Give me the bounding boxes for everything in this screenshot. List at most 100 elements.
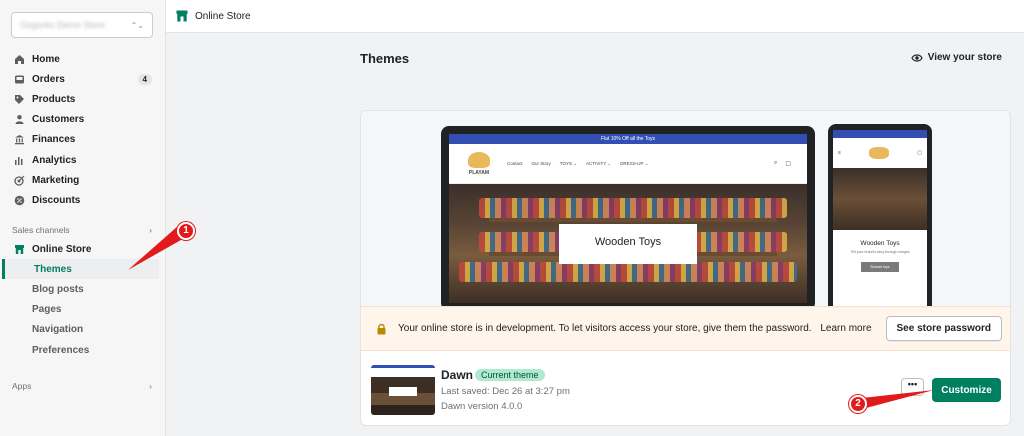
apps-header[interactable]: Apps ›	[12, 381, 152, 391]
site-nav-item: Our Story	[531, 160, 551, 166]
sidebar-item-label: Online Store	[32, 243, 92, 255]
sidebar-item-home[interactable]: Home	[0, 49, 166, 69]
sidebar-item-label: Orders	[32, 73, 65, 85]
rocking-horse-logo	[869, 147, 890, 159]
sidebar-item-label: Customers	[32, 114, 85, 126]
sidebar-item-label: Analytics	[32, 154, 77, 166]
mobile-hero-title: Wooden Toys	[860, 240, 900, 247]
sidebar-item-online-store[interactable]: Online Store	[0, 239, 166, 259]
site-nav-item: Contact	[507, 160, 523, 166]
sidebar-item-preferences[interactable]: Preferences	[0, 340, 166, 360]
top-bar: Online Store	[166, 0, 1024, 33]
sidebar-item-blog-posts[interactable]: Blog posts	[0, 279, 166, 299]
tag-icon	[14, 94, 25, 105]
orders-icon	[14, 74, 25, 85]
desktop-preview: Flat 10% Off all the Toys PLAYAM Contact…	[441, 126, 815, 307]
sidebar-item-pages[interactable]: Pages	[0, 300, 166, 320]
mobile-preview: ≡ ▢ Wooden Toys Tell your brand's story …	[828, 124, 932, 307]
sidebar-item-label: Products	[32, 93, 76, 105]
site-header: PLAYAM Contact Our Story TOYS ⌄ ACTIVITY…	[449, 144, 807, 184]
mobile-screen: ≡ ▢ Wooden Toys Tell your brand's story …	[833, 130, 927, 307]
promo-bar: Flat 10% Off all the Toys	[449, 134, 807, 144]
sidebar-item-label: Marketing	[32, 174, 80, 186]
sidebar-item-products[interactable]: Products	[0, 89, 166, 109]
site-icons: ⌕ ▢	[774, 160, 791, 167]
toy-shelf-row	[459, 262, 797, 282]
current-theme-badge: Current theme	[475, 369, 545, 381]
apps-label: Apps	[12, 381, 32, 391]
view-store-link[interactable]: View your store	[911, 52, 1002, 63]
site-logo: PLAYAM	[465, 151, 493, 176]
theme-card: Flat 10% Off all the Toys PLAYAM Contact…	[360, 110, 1011, 426]
eye-icon	[911, 53, 923, 62]
cart-icon: ▢	[917, 150, 922, 156]
site-nav-item: TOYS ⌄	[559, 160, 577, 166]
sidebar-item-label: Home	[32, 53, 60, 65]
orders-count-badge: 4	[137, 73, 152, 85]
annotation-marker-1: 1	[177, 222, 195, 240]
current-theme-row: Dawn Current theme Last saved: Dec 26 at…	[361, 351, 1010, 425]
toy-shelf-row	[479, 198, 787, 218]
person-icon	[14, 114, 25, 125]
site-nav-item: ACTIVITY ⌄	[585, 160, 612, 166]
promo-bar	[833, 130, 927, 138]
home-icon	[14, 54, 25, 65]
more-actions-button[interactable]: •••	[901, 378, 924, 396]
menu-icon: ≡	[838, 150, 841, 156]
sidebar: Gogorko Demo Store ⌃⌄ Home Orders 4 Prod…	[0, 0, 166, 436]
site-nav-item: DRESS-UP ⌄	[620, 160, 649, 166]
customize-button[interactable]: Customize	[932, 378, 1001, 402]
mobile-hero-button: Browse toys	[861, 262, 899, 272]
lock-icon	[377, 323, 386, 334]
chevron-right-icon: ›	[149, 381, 152, 391]
sidebar-item-themes[interactable]: Themes	[2, 259, 159, 280]
password-banner: Your online store is in development. To …	[361, 306, 1010, 351]
site-nav: Contact Our Story TOYS ⌄ ACTIVITY ⌄ DRES…	[507, 161, 774, 167]
top-bar-title: Online Store	[195, 10, 251, 22]
theme-last-saved: Last saved: Dec 26 at 3:27 pm	[441, 386, 570, 397]
sidebar-item-discounts[interactable]: Discounts	[0, 190, 166, 210]
thumbnail-hero-box	[389, 387, 417, 396]
sidebar-item-navigation[interactable]: Navigation	[0, 320, 166, 340]
hero-title: Wooden Toys	[559, 224, 697, 264]
theme-preview: Flat 10% Off all the Toys PLAYAM Contact…	[361, 111, 1010, 307]
main-nav: Home Orders 4 Products Customers Finance…	[0, 49, 166, 211]
site-logo-text: PLAYAM	[468, 169, 490, 176]
shelf	[489, 218, 777, 222]
chevron-right-icon: ›	[149, 225, 152, 235]
theme-version: Dawn version 4.0.0	[441, 401, 523, 412]
search-icon: ⌕	[773, 160, 778, 166]
discount-icon	[14, 195, 25, 206]
sales-channels-label: Sales channels	[12, 225, 70, 235]
theme-thumbnail	[371, 365, 435, 415]
rocking-horse-logo	[468, 151, 490, 168]
store-icon	[14, 244, 25, 255]
store-name: Gogorko Demo Store	[20, 20, 106, 30]
banner-text: Your online store is in development. To …	[398, 323, 812, 334]
mobile-header: ≡ ▢	[833, 138, 927, 168]
desktop-screen: Flat 10% Off all the Toys PLAYAM Contact…	[449, 134, 807, 303]
bank-icon	[14, 134, 25, 145]
store-icon	[176, 10, 188, 22]
store-selector[interactable]: Gogorko Demo Store ⌃⌄	[11, 12, 153, 38]
online-store-section: Online Store Themes Blog posts Pages Nav…	[0, 239, 166, 360]
cart-icon: ▢	[785, 161, 791, 167]
page-title: Themes	[360, 51, 410, 66]
sales-channels-header[interactable]: Sales channels ›	[12, 225, 152, 235]
bar-chart-icon	[14, 155, 25, 166]
target-icon	[14, 175, 25, 186]
sidebar-item-marketing[interactable]: Marketing	[0, 170, 166, 190]
sidebar-item-label: Finances	[32, 134, 76, 146]
mobile-hero-subtitle: Tell your brand's story through images	[850, 250, 910, 254]
annotation-marker-2: 2	[849, 395, 867, 413]
sidebar-item-label: Discounts	[32, 194, 81, 206]
learn-more-link[interactable]: Learn more	[820, 323, 871, 334]
sidebar-item-analytics[interactable]: Analytics	[0, 150, 166, 170]
sidebar-item-finances[interactable]: Finances	[0, 130, 166, 150]
sidebar-item-orders[interactable]: Orders 4	[0, 69, 166, 89]
chevron-down-icon: ⌃⌄	[130, 20, 144, 30]
sidebar-item-customers[interactable]: Customers	[0, 110, 166, 130]
see-store-password-button[interactable]: See store password	[885, 316, 1002, 341]
theme-name: Dawn	[441, 368, 474, 382]
view-store-label: View your store	[927, 52, 1002, 63]
